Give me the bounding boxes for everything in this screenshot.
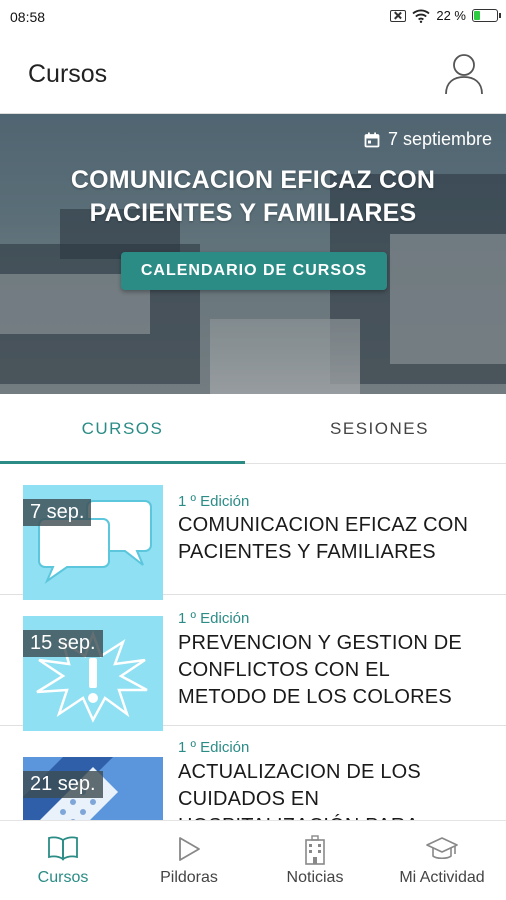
course-list: 7 sep. 1 º Edición COMUNICACION EFICAZ C… — [0, 465, 506, 820]
banner-date-text: 7 septiembre — [387, 129, 492, 149]
active-tab-indicator — [0, 461, 245, 464]
tab-cursos[interactable]: CURSOS — [0, 394, 245, 464]
nav-cursos[interactable]: Cursos — [0, 821, 126, 900]
nav-label: Mi Actividad — [399, 869, 485, 886]
nav-mi-actividad[interactable]: Mi Actividad — [378, 821, 506, 900]
course-edition: 1 º Edición — [178, 739, 250, 756]
wifi-icon — [412, 9, 430, 23]
course-title: PREVENCION Y GESTION DE CONFLICTOS CON E… — [178, 632, 462, 708]
banner-title: COMUNICACION EFICAZ CON PACIENTES Y FAMI… — [70, 166, 436, 227]
play-icon — [179, 837, 200, 861]
featured-course-banner[interactable]: 7 septiembre COMUNICACION EFICAZ CON PAC… — [0, 114, 506, 394]
course-title: COMUNICACION EFICAZ CON PACIENTES Y FAMI… — [178, 514, 469, 563]
user-icon — [445, 54, 483, 95]
status-time: 08:58 — [10, 9, 46, 25]
course-edition: 1 º Edición — [178, 493, 250, 510]
no-sim-icon — [390, 9, 407, 22]
page-title: Cursos — [28, 60, 108, 88]
tab-sesiones[interactable]: SESIONES — [253, 394, 506, 464]
battery-percent: 22 % — [436, 8, 466, 23]
course-title: ACTUALIZACION DE LOS CUIDADOS EN HOSPITA… — [178, 761, 421, 820]
nav-label: Cursos — [37, 869, 89, 886]
building-icon — [305, 835, 325, 865]
course-thumbnail: 7 sep. — [23, 485, 163, 600]
course-list-item[interactable]: 21 sep. 1 º Edición ACTUALIZACION DE LOS… — [0, 727, 506, 820]
battery-icon — [472, 9, 501, 22]
course-list-item[interactable]: 15 sep. 1 º Edición PREVENCION Y GESTION… — [0, 596, 506, 731]
course-thumbnail: 15 sep. — [23, 616, 163, 731]
nav-noticias[interactable]: Noticias — [252, 821, 378, 900]
tab-bar: CURSOS SESIONES — [0, 394, 506, 464]
course-calendar-button[interactable]: CALENDARIO DE CURSOS — [121, 252, 387, 290]
bottom-navigation: Cursos Pildoras Noticias Mi Actividad — [0, 820, 506, 900]
course-date-badge: 15 sep. — [23, 630, 103, 657]
nav-label: Pildoras — [160, 869, 218, 886]
app-bar: Cursos — [0, 34, 506, 114]
calendar-icon — [364, 132, 380, 147]
course-date-badge: 21 sep. — [23, 771, 103, 798]
profile-button[interactable] — [444, 52, 484, 96]
banner-date: 7 septiembre — [364, 129, 492, 150]
status-bar: 08:58 22 % — [0, 0, 506, 34]
status-icons: 22 % — [390, 8, 501, 23]
course-thumbnail: 21 sep. — [23, 757, 163, 820]
nav-label: Noticias — [286, 869, 344, 886]
graduation-cap-icon — [426, 837, 458, 860]
book-icon — [48, 836, 78, 861]
course-edition: 1 º Edición — [178, 610, 250, 627]
nav-pildoras[interactable]: Pildoras — [126, 821, 252, 900]
course-list-item[interactable]: 7 sep. 1 º Edición COMUNICACION EFICAZ C… — [0, 465, 506, 600]
course-date-badge: 7 sep. — [23, 499, 92, 526]
